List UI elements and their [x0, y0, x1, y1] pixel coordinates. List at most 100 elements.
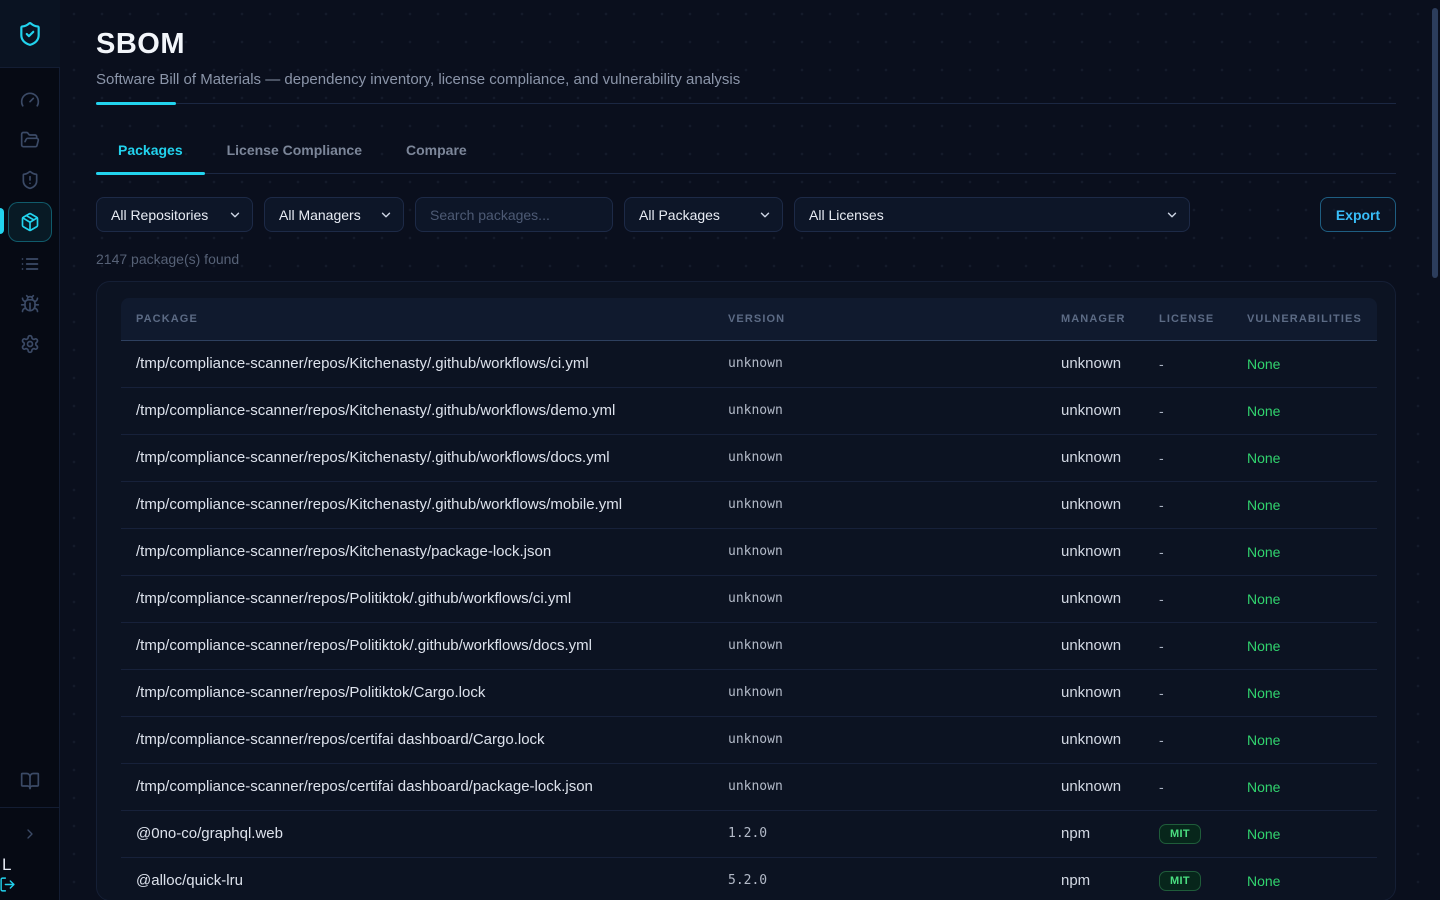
manager-filter-select[interactable]: All Managers	[265, 198, 403, 231]
table-row[interactable]: /tmp/compliance-scanner/repos/certifai d…	[121, 763, 1377, 810]
main-content: SBOM Software Bill of Materials — depend…	[60, 0, 1440, 900]
license-value: -	[1159, 356, 1164, 372]
package-version-cell: unknown	[728, 763, 1061, 810]
column-header-package[interactable]: Package	[121, 298, 728, 340]
book-open-icon	[20, 771, 40, 791]
overflow-text: L	[2, 855, 11, 875]
active-nav-indicator	[0, 208, 4, 234]
table-row[interactable]: @0no-co/graphql.web 1.2.0 npm MIT None	[121, 810, 1377, 857]
sidebar-item-sbom[interactable]	[8, 202, 52, 242]
column-header-version[interactable]: Version	[728, 298, 1061, 340]
column-header-vulnerabilities[interactable]: Vulnerabilities	[1247, 298, 1377, 340]
table-row[interactable]: /tmp/compliance-scanner/repos/Kitchenast…	[121, 528, 1377, 575]
package-manager-cell: unknown	[1061, 434, 1159, 481]
sidebar-item-vulnerabilities[interactable]	[8, 286, 52, 322]
license-value: -	[1159, 779, 1164, 795]
license-value: -	[1159, 591, 1164, 607]
column-header-manager[interactable]: Manager	[1061, 298, 1159, 340]
package-license-cell: MIT	[1159, 857, 1247, 900]
page-title: SBOM	[96, 28, 1396, 61]
tab-packages[interactable]: Packages	[96, 126, 205, 174]
package-path-cell: /tmp/compliance-scanner/repos/certifai d…	[121, 763, 728, 810]
table-row[interactable]: /tmp/compliance-scanner/repos/Kitchenast…	[121, 340, 1377, 387]
package-manager-cell: unknown	[1061, 622, 1159, 669]
package-license-cell: -	[1159, 716, 1247, 763]
sidebar-item-compliance[interactable]	[8, 162, 52, 198]
package-manager-cell: unknown	[1061, 669, 1159, 716]
gear-icon	[20, 334, 40, 354]
table-row[interactable]: /tmp/compliance-scanner/repos/Politiktok…	[121, 622, 1377, 669]
app-logo[interactable]	[0, 0, 60, 68]
packages-table-body: /tmp/compliance-scanner/repos/Kitchenast…	[121, 340, 1377, 900]
package-license-cell: MIT	[1159, 810, 1247, 857]
log-out-icon[interactable]	[0, 876, 16, 893]
package-vulnerabilities-cell: None	[1247, 340, 1377, 387]
sidebar-item-docs[interactable]	[8, 763, 52, 799]
license-filter: All Licenses	[794, 197, 1190, 232]
package-path-cell: /tmp/compliance-scanner/repos/certifai d…	[121, 716, 728, 763]
package-manager-cell: npm	[1061, 810, 1159, 857]
folder-open-icon	[20, 130, 40, 150]
package-license-cell: -	[1159, 481, 1247, 528]
vertical-scrollbar-thumb[interactable]	[1432, 8, 1438, 278]
package-version-cell: 1.2.0	[728, 810, 1061, 857]
filter-bar: All Repositories All Managers All P	[96, 197, 1396, 232]
sidebar-divider	[0, 807, 60, 808]
package-version-cell: unknown	[728, 669, 1061, 716]
table-header-row: Package Version Manager License Vulnerab…	[121, 298, 1377, 340]
repository-filter: All Repositories	[96, 197, 253, 232]
package-path-cell: /tmp/compliance-scanner/repos/Kitchenast…	[121, 434, 728, 481]
chevron-right-icon	[22, 826, 38, 842]
package-manager-cell: npm	[1061, 857, 1159, 900]
package-vulnerabilities-cell: None	[1247, 481, 1377, 528]
table-row[interactable]: /tmp/compliance-scanner/repos/Politiktok…	[121, 669, 1377, 716]
sidebar-item-dashboard[interactable]	[8, 82, 52, 118]
tab-compare[interactable]: Compare	[384, 126, 489, 174]
sidebar-item-repositories[interactable]	[8, 122, 52, 158]
license-filter-select[interactable]: All Licenses	[795, 198, 1189, 231]
package-version-cell: unknown	[728, 575, 1061, 622]
table-row[interactable]: /tmp/compliance-scanner/repos/Politiktok…	[121, 575, 1377, 622]
package-type-filter-select[interactable]: All Packages	[625, 198, 782, 231]
table-row[interactable]: /tmp/compliance-scanner/repos/Kitchenast…	[121, 387, 1377, 434]
package-license-cell: -	[1159, 669, 1247, 716]
package-license-cell: -	[1159, 528, 1247, 575]
package-icon	[20, 212, 40, 232]
package-version-cell: unknown	[728, 434, 1061, 481]
sidebar-item-settings[interactable]	[8, 326, 52, 362]
table-row[interactable]: /tmp/compliance-scanner/repos/certifai d…	[121, 716, 1377, 763]
package-path-cell: @alloc/quick-lru	[121, 857, 728, 900]
shield-check-icon	[17, 21, 43, 47]
package-version-cell: unknown	[728, 528, 1061, 575]
table-row[interactable]: @alloc/quick-lru 5.2.0 npm MIT None	[121, 857, 1377, 900]
package-version-cell: unknown	[728, 340, 1061, 387]
package-vulnerabilities-cell: None	[1247, 387, 1377, 434]
license-value: -	[1159, 403, 1164, 419]
package-type-filter: All Packages	[624, 197, 783, 232]
license-value: -	[1159, 450, 1164, 466]
package-vulnerabilities-cell: None	[1247, 575, 1377, 622]
export-button[interactable]: Export	[1320, 197, 1396, 232]
repository-filter-select[interactable]: All Repositories	[97, 198, 252, 231]
package-version-cell: unknown	[728, 387, 1061, 434]
table-row[interactable]: /tmp/compliance-scanner/repos/Kitchenast…	[121, 434, 1377, 481]
package-version-cell: 5.2.0	[728, 857, 1061, 900]
license-value: -	[1159, 497, 1164, 513]
tab-license-compliance[interactable]: License Compliance	[205, 126, 384, 174]
package-vulnerabilities-cell: None	[1247, 434, 1377, 481]
package-path-cell: /tmp/compliance-scanner/repos/Politiktok…	[121, 575, 728, 622]
column-header-license[interactable]: License	[1159, 298, 1247, 340]
table-row[interactable]: /tmp/compliance-scanner/repos/Kitchenast…	[121, 481, 1377, 528]
sidebar-collapse-button[interactable]	[8, 816, 52, 852]
package-vulnerabilities-cell: None	[1247, 716, 1377, 763]
search-input[interactable]	[416, 198, 612, 231]
sidebar-item-reports[interactable]	[8, 246, 52, 282]
package-manager-cell: unknown	[1061, 575, 1159, 622]
page-subtitle: Software Bill of Materials — dependency …	[96, 71, 1396, 88]
package-vulnerabilities-cell: None	[1247, 763, 1377, 810]
search-box	[415, 197, 613, 232]
package-vulnerabilities-cell: None	[1247, 669, 1377, 716]
package-path-cell: @0no-co/graphql.web	[121, 810, 728, 857]
package-version-cell: unknown	[728, 622, 1061, 669]
sidebar-nav	[8, 82, 52, 362]
